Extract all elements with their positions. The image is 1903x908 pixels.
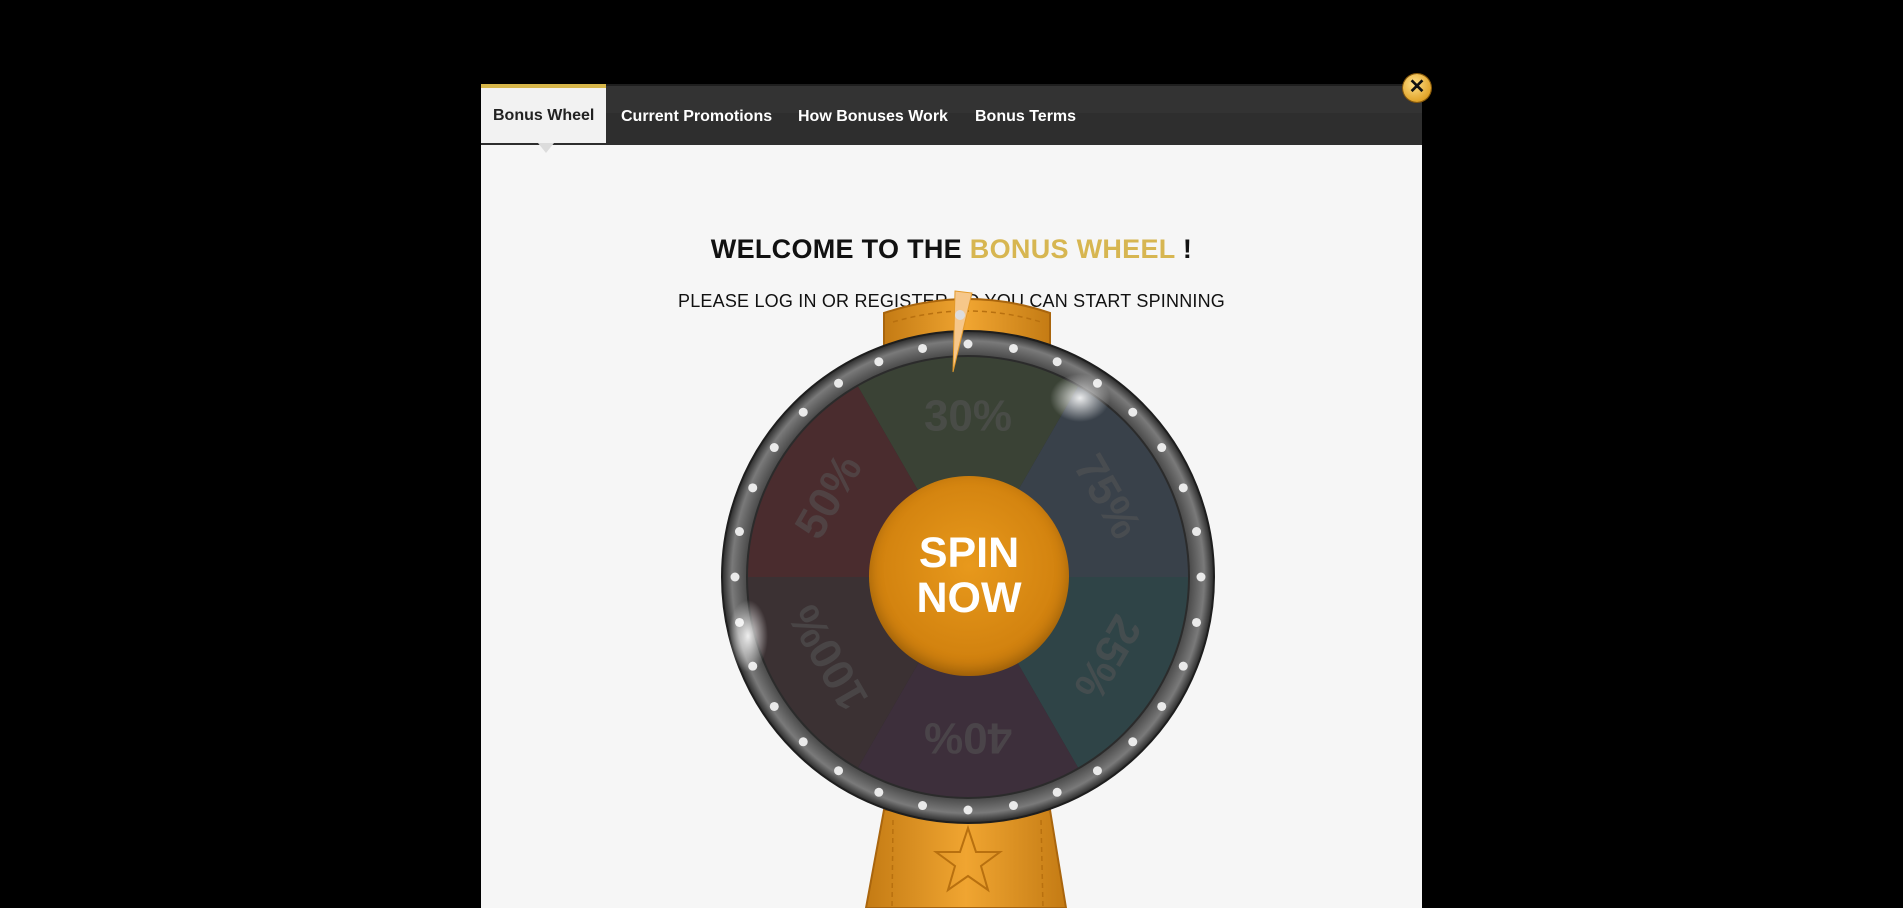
welcome-prefix: WELCOME TO THE [710,234,962,264]
welcome-heading: WELCOME TO THE BONUS WHEEL ! [481,234,1422,265]
close-button[interactable]: ✕ [1403,74,1431,102]
tab-current-promotions[interactable]: Current Promotions [621,86,772,143]
tab-how-bonuses-work[interactable]: How Bonuses Work [798,86,948,143]
spin-label-line1: SPIN [918,529,1020,577]
tab-bonus-terms[interactable]: Bonus Terms [975,86,1076,143]
login-prompt: PLEASE LOG IN OR REGISTER SO YOU CAN STA… [678,291,1225,311]
active-tab-pointer [538,143,554,153]
spin-label-line2: NOW [916,574,1022,622]
spin-now-button[interactable]: SPIN NOW [869,476,1069,676]
welcome-suffix: ! [1182,234,1193,264]
tab-bar: Bonus Wheel Current Promotions How Bonus… [481,84,1422,145]
close-icon: ✕ [1408,76,1426,98]
welcome-highlight: BONUS WHEEL [969,234,1176,264]
tab-bonus-wheel[interactable]: Bonus Wheel [481,84,607,143]
